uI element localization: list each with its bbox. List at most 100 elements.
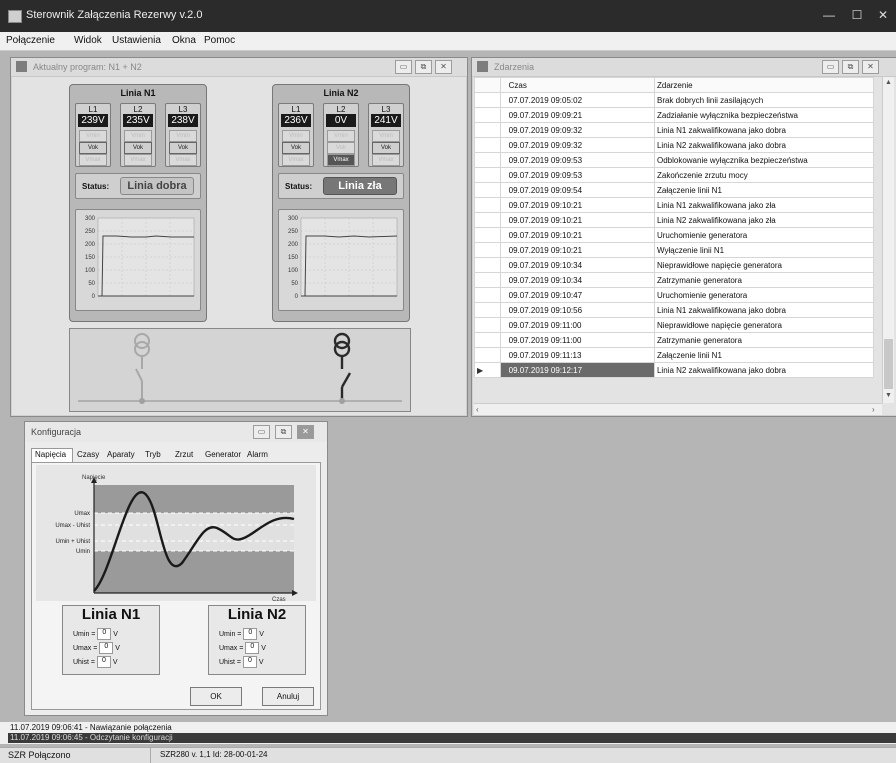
row-header-cell[interactable] <box>474 287 501 303</box>
log-entry-selected[interactable]: 11.07.2019 09:06:45 - Odczytanie konfigu… <box>8 733 896 743</box>
scroll-left-icon[interactable]: ‹ <box>476 405 479 414</box>
table-row[interactable]: ▶ 09.07.2019 09:12:17 Linia N2 zakwalifiko… <box>474 362 875 378</box>
cancel-button[interactable]: Anuluj <box>262 687 314 706</box>
scroll-thumb[interactable] <box>884 339 893 389</box>
row-header-cell[interactable] <box>474 347 501 363</box>
event-description-cell: Linia N2 zakwalifikowana jako zła <box>653 212 875 228</box>
tab-zrzut[interactable]: Zrzut <box>175 450 193 459</box>
table-row[interactable]: 09.07.2019 09:10:47 Uruchomienie generato… <box>474 287 875 303</box>
tab-aparaty[interactable]: Aparaty <box>107 450 135 459</box>
close-icon[interactable]: ✕ <box>435 60 452 74</box>
table-row[interactable]: 09.07.2019 09:10:21 Uruchomienie generato… <box>474 227 875 243</box>
table-row[interactable]: 09.07.2019 09:09:32 Linia N1 zakwalifikow… <box>474 122 875 138</box>
row-header-cell[interactable] <box>474 167 501 183</box>
phase-voltage: 241V <box>371 114 401 127</box>
event-time-cell: 09.07.2019 09:10:21 <box>499 197 655 213</box>
minimize-button[interactable]: — <box>818 6 840 24</box>
ok-button[interactable]: OK <box>190 687 242 706</box>
table-row[interactable]: 09.07.2019 09:10:21 Linia N1 zakwalifikow… <box>474 197 875 213</box>
row-header-cell[interactable] <box>474 212 501 228</box>
row-header-cell[interactable] <box>474 227 501 243</box>
maximize-button[interactable]: ☐ <box>846 6 868 24</box>
table-row[interactable]: 09.07.2019 09:10:34 Zatrzymanie generator… <box>474 272 875 288</box>
table-row[interactable]: 07.07.2019 09:05:02 Brak dobrych linii za… <box>474 92 875 108</box>
horizontal-scrollbar[interactable]: ‹ › <box>474 403 882 415</box>
table-row[interactable]: 09.07.2019 09:09:53 Zakończenie zrzutu mo… <box>474 167 875 183</box>
phase-name: L2 <box>336 105 346 114</box>
menu-ustawienia[interactable]: Ustawienia <box>112 35 161 46</box>
event-time-cell: 09.07.2019 09:12:17 <box>499 362 655 378</box>
switch-diagram-svg <box>78 332 402 404</box>
row-header-cell[interactable] <box>474 182 501 198</box>
minimize-icon[interactable]: ▭ <box>822 60 839 74</box>
vertical-scrollbar[interactable]: ▲ ▼ <box>882 77 894 403</box>
uhist-input[interactable]: 0 <box>242 656 257 668</box>
event-time-cell: 09.07.2019 09:11:00 <box>499 317 655 333</box>
column-header-event[interactable]: Zdarzenie <box>653 77 875 93</box>
tab-tryb[interactable]: Tryb <box>145 450 161 459</box>
table-row[interactable]: 09.07.2019 09:09:54 Załączenie linii N1 <box>474 182 875 198</box>
tab-generator[interactable]: Generator <box>205 450 241 459</box>
menu-widok[interactable]: Widok <box>74 35 102 46</box>
field-label: Uhist = <box>73 658 95 666</box>
tick-label: 100 <box>288 268 299 274</box>
app-title: Sterownik Załączenia Rezerwy v.2.0 <box>26 9 203 21</box>
line-n2-panel: Linia N2 L1 236V Vmin Vok Vmax L2 0V Vmi… <box>272 84 410 322</box>
row-header-cell[interactable] <box>474 122 501 138</box>
level-umax: Umax <box>74 511 90 517</box>
minimize-icon[interactable]: ▭ <box>395 60 412 74</box>
table-row[interactable]: 09.07.2019 09:11:00 Nieprawidłowe napięci… <box>474 317 875 333</box>
scroll-right-icon[interactable]: › <box>872 405 875 414</box>
row-header-cell[interactable] <box>474 257 501 273</box>
table-row[interactable]: 09.07.2019 09:10:56 Linia N1 zakwalifikow… <box>474 302 875 318</box>
menu-pomoc[interactable]: Pomoc <box>204 35 235 46</box>
event-description-cell: Linia N2 zakwalifikowana jako dobra <box>653 137 875 153</box>
uhist-input[interactable]: 0 <box>96 656 111 668</box>
table-row[interactable]: 09.07.2019 09:10:21 Wyłączenie linii N1 <box>474 242 875 258</box>
restore-icon[interactable]: ⧉ <box>842 60 859 74</box>
column-header-time[interactable]: Czas <box>499 77 655 93</box>
restore-icon[interactable]: ⧉ <box>275 425 292 439</box>
table-row[interactable]: 09.07.2019 09:10:21 Linia N2 zakwalifikow… <box>474 212 875 228</box>
phase-voltage: 238V <box>168 114 198 127</box>
table-row[interactable]: 09.07.2019 09:11:13 Załączenie linii N1 <box>474 347 875 363</box>
umin-input[interactable]: 0 <box>97 628 112 640</box>
scroll-up-icon[interactable]: ▲ <box>885 79 892 86</box>
tab-czasy[interactable]: Czasy <box>77 450 99 459</box>
row-header-cell[interactable] <box>474 317 501 333</box>
row-header-cell[interactable] <box>474 242 501 258</box>
phase-name: L1 <box>291 105 301 114</box>
row-header-cell[interactable] <box>474 152 501 168</box>
scroll-down-icon[interactable]: ▼ <box>885 392 892 399</box>
menu-polaczenie[interactable]: Połączenie <box>6 35 55 46</box>
row-header-cell[interactable] <box>474 137 501 153</box>
table-row[interactable]: 09.07.2019 09:09:53 Odblokowanie wyłączni… <box>474 152 875 168</box>
table-row[interactable]: 09.07.2019 09:11:00 Zatrzymanie generator… <box>474 332 875 348</box>
umin-input[interactable]: 0 <box>243 628 258 640</box>
row-header-cell[interactable] <box>474 332 501 348</box>
umax-input[interactable]: 0 <box>99 642 114 654</box>
menu-okna[interactable]: Okna <box>172 35 196 46</box>
close-button[interactable]: ✕ <box>872 6 894 24</box>
restore-icon[interactable]: ⧉ <box>415 60 432 74</box>
row-header-cell[interactable] <box>474 302 501 318</box>
row-header-cell[interactable] <box>474 107 501 123</box>
tab-napiecia[interactable]: Napięcia <box>35 450 66 459</box>
row-header-cell[interactable] <box>474 197 501 213</box>
event-time-cell: 09.07.2019 09:10:56 <box>499 302 655 318</box>
events-window-title: Zdarzenia <box>494 62 535 72</box>
minimize-icon[interactable]: ▭ <box>253 425 270 439</box>
tab-alarm[interactable]: Alarm <box>247 450 268 459</box>
row-header-cell[interactable] <box>474 92 501 108</box>
close-icon[interactable]: ✕ <box>297 425 314 439</box>
window-icon <box>477 61 488 72</box>
table-row[interactable]: 09.07.2019 09:09:32 Linia N2 zakwalifikow… <box>474 137 875 153</box>
tick-label: 100 <box>85 268 96 274</box>
umax-input[interactable]: 0 <box>245 642 260 654</box>
row-header-cell[interactable] <box>474 272 501 288</box>
app-icon <box>8 10 22 23</box>
table-row[interactable]: 09.07.2019 09:10:34 Nieprawidłowe napięci… <box>474 257 875 273</box>
table-row[interactable]: 09.07.2019 09:09:21 Zadziałanie wyłącznik… <box>474 107 875 123</box>
close-icon[interactable]: ✕ <box>862 60 879 74</box>
row-header-cell[interactable]: ▶ <box>474 362 501 378</box>
